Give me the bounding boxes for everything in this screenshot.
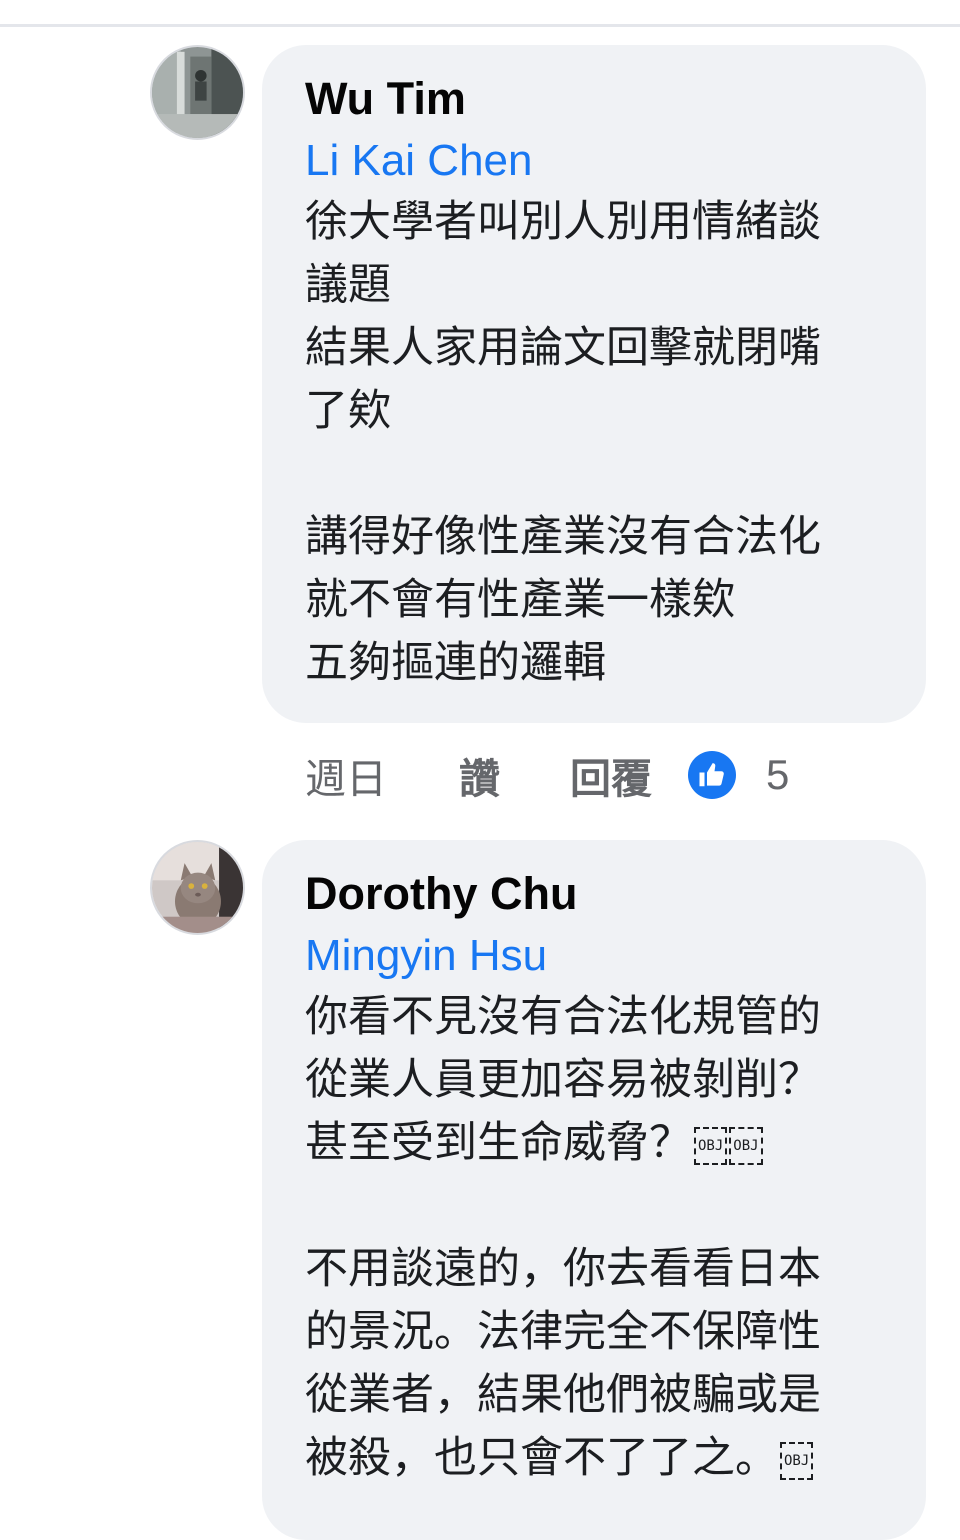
like-button[interactable]: 讚 xyxy=(459,745,500,805)
comment-line: 不用談遠的，你去看看日本 xyxy=(305,1244,821,1294)
comment-line: 講得好像性產業沒有合法化 xyxy=(305,512,821,562)
thumbs-up-icon[interactable] xyxy=(688,751,736,799)
avatar[interactable] xyxy=(150,45,245,140)
object-placeholder: OBJ xyxy=(694,1126,728,1165)
comment-bubble: Wu Tim Li Kai Chen 徐大學者叫別人別用情緒談 議題 結果人家用… xyxy=(262,45,926,723)
comment-bubble: Dorothy Chu Mingyin Hsu 你看不見沒有合法化規管的 從業人… xyxy=(262,840,926,1540)
avatar-photo xyxy=(152,47,243,138)
avatar[interactable] xyxy=(150,840,245,935)
comment-blank-line xyxy=(305,443,890,506)
mention-link[interactable]: Li Kai Chen xyxy=(305,131,890,191)
reply-button[interactable]: 回覆 xyxy=(570,745,652,805)
comment-line: 議題 xyxy=(305,260,391,310)
comment-line: 的景況。法律完全不保障性 xyxy=(305,1307,821,1357)
avatar-photo xyxy=(152,842,243,933)
comment-actions: 週日 讚 回覆 5 xyxy=(305,745,789,805)
comment-line: 了欸 xyxy=(305,386,391,436)
comment-line: 被殺，也只會不了了之。 OBJ xyxy=(305,1427,890,1490)
comment-author[interactable]: Wu Tim xyxy=(305,71,890,127)
comment-line: 徐大學者叫別人別用情緒談 xyxy=(305,197,821,247)
mention-link[interactable]: Mingyin Hsu xyxy=(305,926,890,986)
comment-blank-line xyxy=(305,1175,890,1238)
comment-line: 甚至受到生命威脅？ OBJ OBJ xyxy=(305,1112,890,1175)
reaction-count[interactable]: 5 xyxy=(766,751,789,799)
comment-timestamp[interactable]: 週日 xyxy=(305,745,387,805)
comment-line: 五夠摳連的邏輯 xyxy=(305,638,606,688)
top-divider xyxy=(0,24,960,27)
comment-line-text: 被殺，也只會不了了之。 xyxy=(305,1433,778,1483)
object-placeholder: OBJ xyxy=(729,1126,763,1165)
comment-line: 你看不見沒有合法化規管的 xyxy=(305,992,821,1042)
comment-text: 徐大學者叫別人別用情緒談 議題 結果人家用論文回擊就閉嘴 了欸 講得好像性產業沒… xyxy=(305,191,890,695)
comment-line-text: 甚至受到生命威脅？ xyxy=(305,1118,692,1168)
comment-text: 你看不見沒有合法化規管的 從業人員更加容易被剝削？ 甚至受到生命威脅？ OBJ OB… xyxy=(305,986,890,1490)
comment-line: 從業者，結果他們被騙或是 xyxy=(305,1370,821,1420)
comment-line: 就不會有性產業一樣欸 xyxy=(305,575,735,625)
comment-author[interactable]: Dorothy Chu xyxy=(305,866,890,922)
comment-line: 結果人家用論文回擊就閉嘴 xyxy=(305,323,821,373)
object-placeholder: OBJ xyxy=(780,1441,814,1480)
comment-line: 從業人員更加容易被剝削？ xyxy=(305,1055,821,1105)
